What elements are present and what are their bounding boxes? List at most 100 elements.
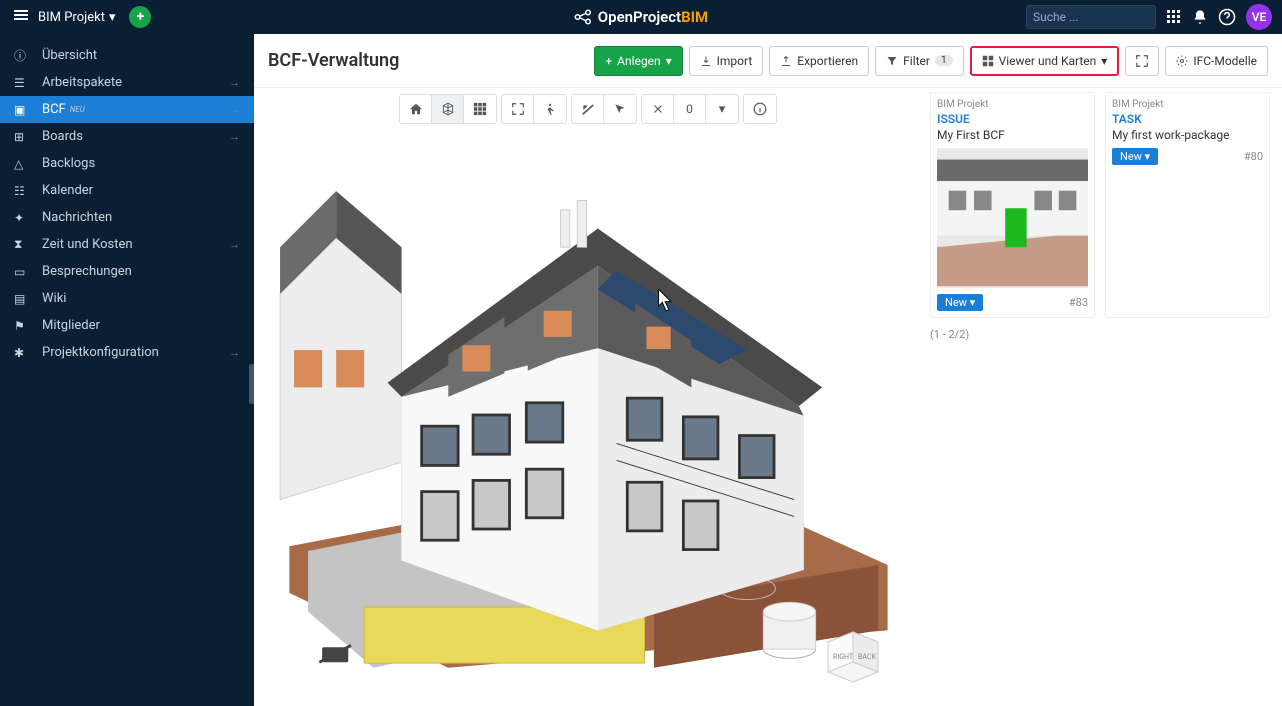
- card-id: #80: [1244, 150, 1263, 163]
- filter-button[interactable]: Filter 1: [875, 46, 963, 76]
- fullscreen-icon: [1135, 54, 1149, 68]
- plus-icon: +: [605, 54, 612, 68]
- add-button[interactable]: +: [129, 6, 151, 28]
- home-view-button[interactable]: [400, 95, 432, 123]
- sidebar-item-label: Projektkonfiguration: [42, 345, 159, 360]
- status-badge[interactable]: New ▾: [937, 294, 983, 311]
- export-button[interactable]: Exportieren: [769, 46, 869, 76]
- search-box[interactable]: [1026, 5, 1156, 29]
- new-badge: NEU: [70, 105, 85, 114]
- card-thumbnail: [937, 148, 1088, 288]
- chevron-down-icon: ▾: [109, 10, 116, 25]
- section-button[interactable]: [642, 95, 674, 123]
- import-button[interactable]: Import: [689, 46, 764, 76]
- chevron-right-icon: →: [229, 103, 240, 116]
- apps-icon[interactable]: [1166, 9, 1182, 25]
- viewer-toolbar: 0 ▾: [399, 94, 777, 124]
- svg-text:RIGHT: RIGHT: [833, 653, 854, 661]
- page-title: BCF-Verwaltung: [268, 50, 399, 71]
- chevron-right-icon: →: [229, 76, 240, 89]
- bcf-card[interactable]: BIM Projekt TASK My first work-package New …: [1105, 92, 1270, 318]
- chevron-right-icon: →: [229, 346, 240, 359]
- card-type: ISSUE: [937, 112, 1088, 126]
- grid-view-button[interactable]: [464, 95, 496, 123]
- sidebar-icon: ✦: [14, 211, 32, 225]
- filter-icon: [886, 55, 898, 67]
- svg-text:BACK: BACK: [858, 653, 876, 661]
- sidebar-item-zeit-und-kosten[interactable]: ⧗Zeit und Kosten→: [0, 231, 254, 258]
- sidebar-item-label: Nachrichten: [42, 210, 112, 225]
- sidebar-icon: ✱: [14, 346, 32, 360]
- sidebar-item-label: Boards: [42, 129, 83, 144]
- filter-count-badge: 1: [935, 55, 953, 66]
- status-badge[interactable]: New ▾: [1112, 148, 1158, 165]
- fullscreen-button[interactable]: [1125, 46, 1159, 76]
- sidebar-item-übersicht[interactable]: ⓘ Übersicht: [0, 42, 254, 69]
- ifc-models-button[interactable]: IFC-Modelle: [1165, 46, 1268, 76]
- card-project: BIM Projekt: [1112, 99, 1263, 110]
- cards-pane: BIM ProjektISSUEMy First BCFNew ▾#83BIM …: [922, 88, 1282, 706]
- sidebar-item-projektkonfiguration[interactable]: ✱ Projektkonfiguration →: [0, 339, 254, 366]
- sidebar-item-label: Übersicht: [42, 48, 97, 63]
- building-model: [275, 107, 902, 687]
- bcf-card[interactable]: BIM Projekt ISSUE My First BCF New ▾ #83: [930, 92, 1095, 318]
- chevron-right-icon: →: [229, 238, 240, 251]
- sidebar-icon: ☰: [14, 76, 32, 90]
- sidebar-item-boards[interactable]: ⊞Boards→: [0, 123, 254, 150]
- sidebar-item-bcf[interactable]: ▣BCFNEU→: [0, 96, 254, 123]
- view-3d-button[interactable]: [432, 95, 464, 123]
- sidebar-item-label: Backlogs: [42, 156, 95, 171]
- sidebar-item-label: Arbeitspakete: [42, 75, 122, 90]
- app-header: BIM Projekt ▾ + OpenProjectBIM VE: [0, 0, 1282, 34]
- sidebar-icon: ⧗: [14, 237, 32, 252]
- user-avatar[interactable]: VE: [1246, 4, 1272, 30]
- project-name-label: BIM Projekt: [38, 10, 105, 25]
- create-button[interactable]: + Anlegen ▾: [594, 46, 682, 76]
- sidebar-icon: △: [14, 157, 32, 171]
- page-toolbar: BCF-Verwaltung + Anlegen ▾ Import Export…: [254, 34, 1282, 88]
- sidebar-item-label: Wiki: [42, 291, 66, 306]
- project-selector[interactable]: BIM Projekt ▾: [38, 10, 115, 25]
- chevron-right-icon: →: [229, 130, 240, 143]
- card-title: My First BCF: [937, 128, 1088, 142]
- sidebar-item-label: Besprechungen: [42, 264, 132, 279]
- card-project: BIM Projekt: [937, 99, 1088, 110]
- info-button[interactable]: [744, 95, 776, 123]
- fit-view-button[interactable]: [502, 95, 534, 123]
- sidebar-item-wiki[interactable]: ▤ Wiki: [0, 285, 254, 312]
- sidebar-icon: ⓘ: [14, 47, 32, 64]
- viewer-pane: 0 ▾: [254, 88, 922, 706]
- hamburger-icon[interactable]: [10, 4, 32, 30]
- import-icon: [700, 55, 712, 67]
- 3d-viewport[interactable]: RIGHT BACK: [258, 92, 918, 702]
- card-type: TASK: [1112, 112, 1263, 126]
- section-dropdown[interactable]: ▾: [706, 95, 738, 123]
- card-title: My first work-package: [1112, 128, 1263, 142]
- sidebar-item-nachrichten[interactable]: ✦ Nachrichten: [0, 204, 254, 231]
- brand-logo: OpenProjectBIM: [574, 8, 708, 26]
- sidebar-icon: ▤: [14, 292, 32, 306]
- sidebar-item-label: Mitglieder: [42, 318, 100, 333]
- sidebar-item-arbeitspakete[interactable]: ☰ Arbeitspakete →: [0, 69, 254, 96]
- walk-button[interactable]: [534, 95, 566, 123]
- sidebar-item-backlogs[interactable]: △ Backlogs: [0, 150, 254, 177]
- sidebar-item-besprechungen[interactable]: ▭Besprechungen: [0, 258, 254, 285]
- nav-cube[interactable]: RIGHT BACK: [818, 627, 888, 687]
- sidebar-item-mitglieder[interactable]: ⚑Mitglieder: [0, 312, 254, 339]
- sidebar-item-kalender[interactable]: ☷Kalender: [0, 177, 254, 204]
- help-icon[interactable]: [1218, 8, 1236, 26]
- chevron-down-icon: ▾: [1101, 54, 1107, 68]
- card-id: #83: [1069, 296, 1088, 309]
- sidebar: ⓘÜbersicht☰Arbeitspakete→▣BCFNEU→⊞Boards…: [0, 34, 254, 706]
- select-button[interactable]: [604, 95, 636, 123]
- section-count: 0: [674, 95, 706, 123]
- bell-icon[interactable]: [1192, 9, 1208, 25]
- sidebar-item-label: BCF: [42, 102, 66, 117]
- export-icon: [780, 55, 792, 67]
- main-content: BCF-Verwaltung + Anlegen ▾ Import Export…: [254, 34, 1282, 706]
- sidebar-item-label: Kalender: [42, 183, 93, 198]
- chevron-down-icon: ▾: [666, 54, 672, 68]
- gear-icon: [1176, 55, 1188, 67]
- view-mode-button[interactable]: Viewer und Karten ▾: [970, 46, 1120, 76]
- hide-button[interactable]: [572, 95, 604, 123]
